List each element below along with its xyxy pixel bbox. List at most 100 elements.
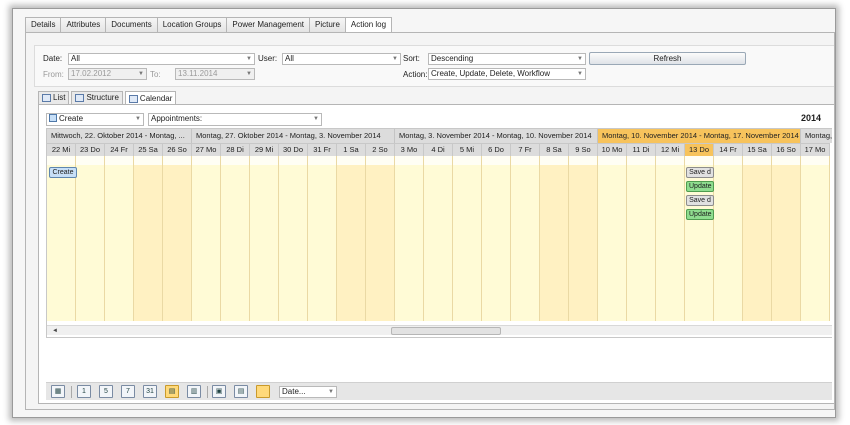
day-column[interactable] bbox=[598, 165, 627, 321]
tab-power-management[interactable]: Power Management bbox=[226, 17, 311, 32]
refresh-button[interactable]: Refresh bbox=[589, 52, 746, 65]
calendar-bottom-toolbar: ▦ 1 5 7 31 ▤ ▥ ▣ ▤ Date... ▼ bbox=[46, 382, 832, 400]
day-column[interactable] bbox=[627, 165, 656, 321]
chevron-down-icon: ▼ bbox=[246, 71, 252, 77]
day-header: 7 Fr bbox=[511, 143, 540, 156]
appointments-select[interactable]: Appointments: ▼ bbox=[148, 113, 322, 126]
timeline-view-button[interactable]: ▤ bbox=[165, 385, 179, 398]
day-column[interactable] bbox=[511, 165, 540, 321]
day-column[interactable] bbox=[250, 165, 279, 321]
from-date-field[interactable]: 17.02.2012 ▼ bbox=[68, 68, 147, 80]
day-column[interactable] bbox=[540, 165, 569, 321]
day-header: 4 Di bbox=[424, 143, 453, 156]
tab-list[interactable]: List bbox=[38, 91, 70, 104]
day-header: 24 Fr bbox=[105, 143, 134, 156]
user-select[interactable]: All ▼ bbox=[282, 53, 401, 65]
day-column[interactable] bbox=[801, 165, 830, 321]
chevron-down-icon: ▼ bbox=[392, 56, 398, 62]
tab-attributes[interactable]: Attributes bbox=[60, 17, 107, 32]
day-column[interactable] bbox=[105, 165, 134, 321]
horizontal-scrollbar[interactable]: ◄ bbox=[47, 325, 832, 335]
day-column[interactable] bbox=[714, 165, 743, 321]
tab-documents[interactable]: Documents bbox=[105, 17, 158, 32]
date-select[interactable]: All ▼ bbox=[68, 53, 255, 65]
tab-calendar[interactable]: Calendar bbox=[124, 91, 177, 105]
week-header-row: Mittwoch, 22. Oktober 2014 - Montag, ...… bbox=[47, 129, 832, 143]
to-label: To: bbox=[150, 70, 161, 79]
day-column-gap bbox=[250, 156, 279, 165]
tab-action-log[interactable]: Action log bbox=[344, 17, 393, 33]
day-column-gap bbox=[743, 156, 772, 165]
day-header: 9 So bbox=[569, 143, 598, 156]
work-week-view-button[interactable]: 5 bbox=[99, 385, 113, 398]
day-column[interactable] bbox=[772, 165, 801, 321]
appointment-save[interactable]: Save d bbox=[686, 195, 714, 206]
chevron-down-icon: ▼ bbox=[135, 116, 141, 122]
day-column[interactable] bbox=[656, 165, 685, 321]
month-view-button[interactable]: 31 bbox=[143, 385, 157, 398]
day-column[interactable] bbox=[308, 165, 337, 321]
day-header: 28 Di bbox=[221, 143, 250, 156]
day-column-gap bbox=[163, 156, 192, 165]
appointment-create[interactable]: Create bbox=[49, 167, 77, 178]
calendar-grid[interactable]: Mittwoch, 22. Oktober 2014 - Montag, ...… bbox=[46, 128, 832, 338]
day-header: 2 So bbox=[366, 143, 395, 156]
tab-details[interactable]: Details bbox=[25, 17, 62, 32]
week-view-button[interactable]: 7 bbox=[121, 385, 135, 398]
sort-label: Sort: bbox=[403, 54, 420, 63]
appointment-save[interactable]: Save d bbox=[686, 167, 714, 178]
tab-picture[interactable]: Picture bbox=[309, 17, 346, 32]
day-column[interactable] bbox=[192, 165, 221, 321]
day-column[interactable] bbox=[163, 165, 192, 321]
agenda-view-button[interactable]: ▥ bbox=[187, 385, 201, 398]
day-column[interactable] bbox=[337, 165, 366, 321]
tab-structure[interactable]: Structure bbox=[71, 91, 123, 104]
create-icon bbox=[49, 114, 57, 122]
day-header: 22 Mi bbox=[47, 143, 76, 156]
appointment-update[interactable]: Update bbox=[686, 209, 714, 220]
day-column[interactable] bbox=[366, 165, 395, 321]
day-column-gap bbox=[221, 156, 250, 165]
day-header: 26 So bbox=[163, 143, 192, 156]
day-header: 3 Mo bbox=[395, 143, 424, 156]
goto-today-button[interactable]: ▣ bbox=[212, 385, 226, 398]
tab-location-groups[interactable]: Location Groups bbox=[156, 17, 228, 32]
grid-toggle-button[interactable] bbox=[256, 385, 270, 398]
day-column[interactable] bbox=[424, 165, 453, 321]
day-header: 31 Fr bbox=[308, 143, 337, 156]
print-icon[interactable]: ▤ bbox=[234, 385, 248, 398]
day-column-gap bbox=[482, 156, 511, 165]
scroll-left-icon[interactable]: ◄ bbox=[52, 326, 58, 336]
appointment-update[interactable]: Update bbox=[686, 181, 714, 192]
day-column[interactable] bbox=[482, 165, 511, 321]
week-header: Montag, ... bbox=[801, 129, 832, 143]
day-header: 10 Mo bbox=[598, 143, 627, 156]
day-column-gap bbox=[511, 156, 540, 165]
calendar-type-select[interactable]: Create ▼ bbox=[46, 113, 144, 126]
day-column-gap bbox=[192, 156, 221, 165]
day-view-button[interactable]: 1 bbox=[77, 385, 91, 398]
day-column[interactable] bbox=[76, 165, 105, 321]
day-column-gap bbox=[105, 156, 134, 165]
day-column[interactable] bbox=[134, 165, 163, 321]
day-column[interactable] bbox=[743, 165, 772, 321]
chevron-down-icon: ▼ bbox=[138, 71, 144, 77]
scrollbar-thumb[interactable] bbox=[391, 327, 501, 335]
sort-select[interactable]: Descending ▼ bbox=[428, 53, 586, 65]
chevron-down-icon: ▼ bbox=[313, 116, 319, 122]
day-column[interactable] bbox=[47, 165, 76, 321]
day-column[interactable] bbox=[221, 165, 250, 321]
day-header: 27 Mo bbox=[192, 143, 221, 156]
day-header: 16 So bbox=[772, 143, 801, 156]
day-column[interactable] bbox=[279, 165, 308, 321]
tab-list-label: List bbox=[53, 93, 66, 102]
day-column[interactable] bbox=[453, 165, 482, 321]
calendar-settings-icon[interactable]: ▦ bbox=[51, 385, 65, 398]
to-date-field[interactable]: 13.11.2014 ▼ bbox=[175, 68, 255, 80]
top-tab-bar: Details Attributes Documents Location Gr… bbox=[25, 17, 393, 33]
day-header: 17 Mo bbox=[801, 143, 830, 156]
action-select[interactable]: Create, Update, Delete, Workflow ▼ bbox=[428, 68, 586, 80]
day-column[interactable] bbox=[569, 165, 598, 321]
day-column[interactable] bbox=[395, 165, 424, 321]
date-navigator-select[interactable]: Date... ▼ bbox=[279, 386, 337, 398]
